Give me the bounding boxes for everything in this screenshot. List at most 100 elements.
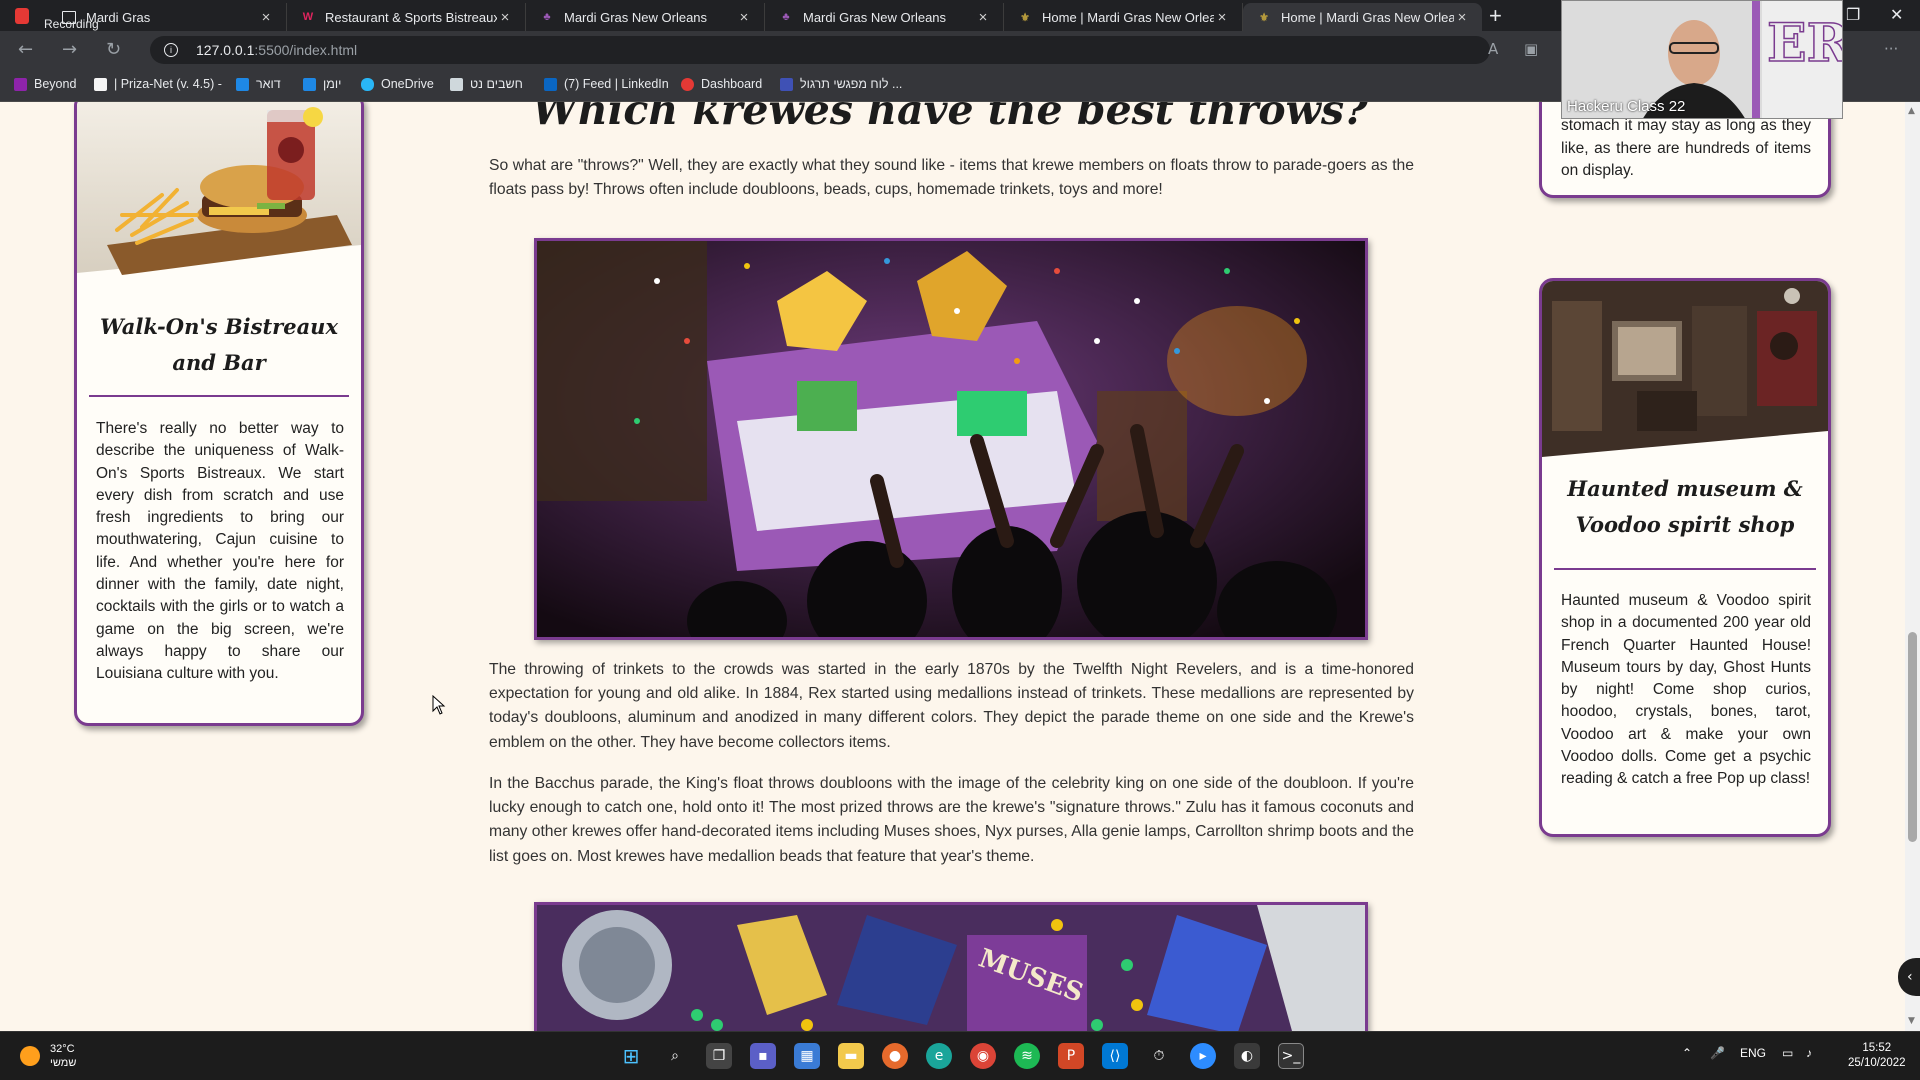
spotify-icon[interactable]: ≋ — [1014, 1043, 1040, 1069]
tab-title: Mardi Gras — [86, 9, 151, 25]
section-heading: Which krewes have the best throws? — [531, 102, 1369, 134]
edge-icon[interactable]: e — [926, 1043, 952, 1069]
restore-window-icon[interactable]: ❐ — [1846, 5, 1860, 25]
web-page: Walk-On's Bistreaux and Bar There's real… — [0, 102, 1905, 1031]
bookmark-calendar[interactable]: יומן — [303, 77, 341, 91]
clock-time: 15:52 — [1862, 1042, 1892, 1054]
card-divider — [1554, 568, 1816, 570]
new-tab-button[interactable]: + — [1489, 3, 1502, 29]
clock-app-icon[interactable]: ⏱ — [1146, 1043, 1172, 1069]
close-icon[interactable]: × — [1454, 9, 1470, 26]
tab-title: Restaurant & Sports Bistreaux | W — [325, 9, 497, 25]
close-icon[interactable]: × — [975, 9, 991, 26]
teams-chat-icon[interactable]: ▪ — [750, 1043, 776, 1069]
tab-home[interactable]: ⚜ Home | Mardi Gras New Orleans × — [1004, 3, 1243, 31]
onedrive-icon — [361, 77, 374, 91]
windows-start-icon[interactable]: ⊞ — [618, 1043, 644, 1069]
scrollbar-thumb[interactable] — [1908, 632, 1917, 842]
tab-mardi-gras[interactable]: Mardi Gras × — [48, 3, 287, 31]
terminal-icon[interactable]: >_ — [1278, 1043, 1304, 1069]
restaurant-icon: W — [302, 11, 314, 23]
tab-mardi-gras-new-orleans[interactable]: ♣ Mardi Gras New Orleans × — [526, 3, 765, 31]
weather-widget[interactable]: 32°C שמשי — [20, 1042, 76, 1070]
card-walk-ons: Walk-On's Bistreaux and Bar There's real… — [74, 102, 364, 726]
more-options-icon[interactable]: ··· — [1884, 40, 1898, 58]
throws-illustration: MUSES — [537, 905, 1365, 1031]
card-haunted-museum: Haunted museum & Voodoo spirit shop Haun… — [1539, 278, 1831, 837]
bookmark-practice-board[interactable]: לוח מפגשי תרגול ... — [780, 77, 902, 91]
mardi-gras-icon: ♣ — [543, 11, 551, 23]
tab-mardi-gras-new-orleans-2[interactable]: ♣ Mardi Gras New Orleans × — [765, 3, 1004, 31]
card-text: Haunted museum & Voodoo spirit shop in a… — [1561, 592, 1811, 788]
edge-beta-icon[interactable]: ◐ — [1234, 1043, 1260, 1069]
webcam-label: Hackeru Class 22 — [1567, 98, 1686, 115]
close-icon[interactable]: × — [497, 9, 513, 26]
parade-float-photo — [534, 238, 1368, 640]
document-icon — [62, 10, 76, 24]
paragraph-bacchus: In the Bacchus parade, the King's float … — [489, 775, 1414, 865]
weather-temperature: 32°C — [50, 1043, 75, 1055]
haunted-museum-photo — [1542, 281, 1828, 457]
card-title: Walk-On's Bistreaux and Bar — [100, 314, 338, 375]
page-scrollbar[interactable]: ▲ ▼ — [1905, 102, 1920, 1031]
scroll-down-icon[interactable]: ▼ — [1908, 1016, 1915, 1026]
address-bar[interactable]: i 127.0.0.1:5500/index.html — [150, 36, 1490, 64]
card-divider — [89, 395, 349, 397]
zoom-icon[interactable]: ▸ — [1190, 1043, 1216, 1069]
clock-date: 25/10/2022 — [1848, 1057, 1906, 1069]
bookmark-onedrive[interactable]: OneDrive — [361, 77, 434, 91]
task-view-icon[interactable]: ❐ — [706, 1043, 732, 1069]
priza-icon — [94, 77, 107, 91]
tab-title: Mardi Gras New Orleans — [803, 9, 947, 25]
vscode-icon[interactable]: ⟨⟩ — [1102, 1043, 1128, 1069]
close-icon[interactable]: × — [736, 9, 752, 26]
forward-arrow-icon[interactable]: → — [62, 39, 77, 60]
microphone-icon[interactable]: 🎤 — [1710, 1046, 1725, 1060]
close-window-icon[interactable]: ✕ — [1890, 5, 1903, 25]
back-arrow-icon[interactable]: ← — [18, 39, 33, 60]
paragraph-history: The throwing of trinkets to the crowds w… — [489, 661, 1414, 751]
bookmark-dashboard[interactable]: Dashboard — [681, 77, 762, 91]
url-path: :5500/index.html — [254, 42, 358, 58]
reload-icon[interactable]: ↻ — [106, 39, 121, 60]
bookmark-mail[interactable]: דואר — [236, 77, 281, 91]
powerpoint-icon[interactable]: P — [1058, 1043, 1084, 1069]
file-explorer-icon[interactable]: ▬ — [838, 1043, 864, 1069]
read-aloud-icon[interactable]: A — [1488, 40, 1498, 58]
card-text: There's really no better way to describe… — [96, 420, 344, 683]
split-screen-icon[interactable]: ▣ — [1524, 40, 1538, 58]
tab-title: Mardi Gras New Orleans — [564, 9, 708, 25]
dashboard-icon — [681, 77, 694, 91]
tab-title: Home | Mardi Gras New Orleans — [1281, 9, 1454, 25]
svg-text:ER: ER — [1767, 13, 1843, 74]
card-title: Haunted museum & Voodoo spirit shop — [1567, 476, 1803, 537]
hashavim-icon — [450, 77, 463, 91]
tab-restaurant[interactable]: W Restaurant & Sports Bistreaux | W × — [287, 3, 526, 31]
bookmark-linkedin[interactable]: (7) Feed | LinkedIn — [544, 77, 669, 91]
site-info-icon[interactable]: i — [164, 43, 178, 57]
chrome-icon[interactable]: ◉ — [970, 1043, 996, 1069]
input-language[interactable]: ENG — [1740, 1046, 1766, 1060]
tab-home-active[interactable]: ⚜ Home | Mardi Gras New Orleans × — [1243, 3, 1482, 31]
bookmark-beyond[interactable]: Beyond — [14, 77, 76, 91]
scroll-up-icon[interactable]: ▲ — [1908, 106, 1915, 116]
burger-fries-photo — [77, 102, 361, 275]
close-icon[interactable]: × — [1214, 9, 1230, 26]
microsoft-store-icon[interactable]: ▦ — [794, 1043, 820, 1069]
home-icon: ⚜ — [1020, 11, 1030, 24]
network-icon[interactable]: ▭ — [1782, 1046, 1793, 1060]
search-icon[interactable]: ⌕ — [662, 1043, 688, 1069]
paragraph-throws-intro: So what are "throws?" Well, they are exa… — [489, 157, 1414, 199]
system-clock[interactable]: 15:52 25/10/2022 — [1848, 1041, 1906, 1071]
close-icon[interactable]: × — [258, 9, 274, 26]
weather-description: שמשי — [50, 1057, 77, 1069]
bookmark-hashavim[interactable]: חשבים נט — [450, 77, 523, 91]
firefox-icon[interactable]: ● — [882, 1043, 908, 1069]
practice-board-icon — [780, 77, 793, 91]
show-hidden-icons-icon[interactable]: ⌃ — [1682, 1046, 1692, 1060]
tab-title: Home | Mardi Gras New Orleans — [1042, 9, 1214, 25]
home-icon: ⚜ — [1259, 11, 1269, 24]
bookmark-priza-net[interactable]: | Priza-Net (v. 4.5) - — [94, 77, 222, 91]
linkedin-icon — [544, 77, 557, 91]
volume-icon[interactable]: ♪ — [1806, 1046, 1812, 1060]
